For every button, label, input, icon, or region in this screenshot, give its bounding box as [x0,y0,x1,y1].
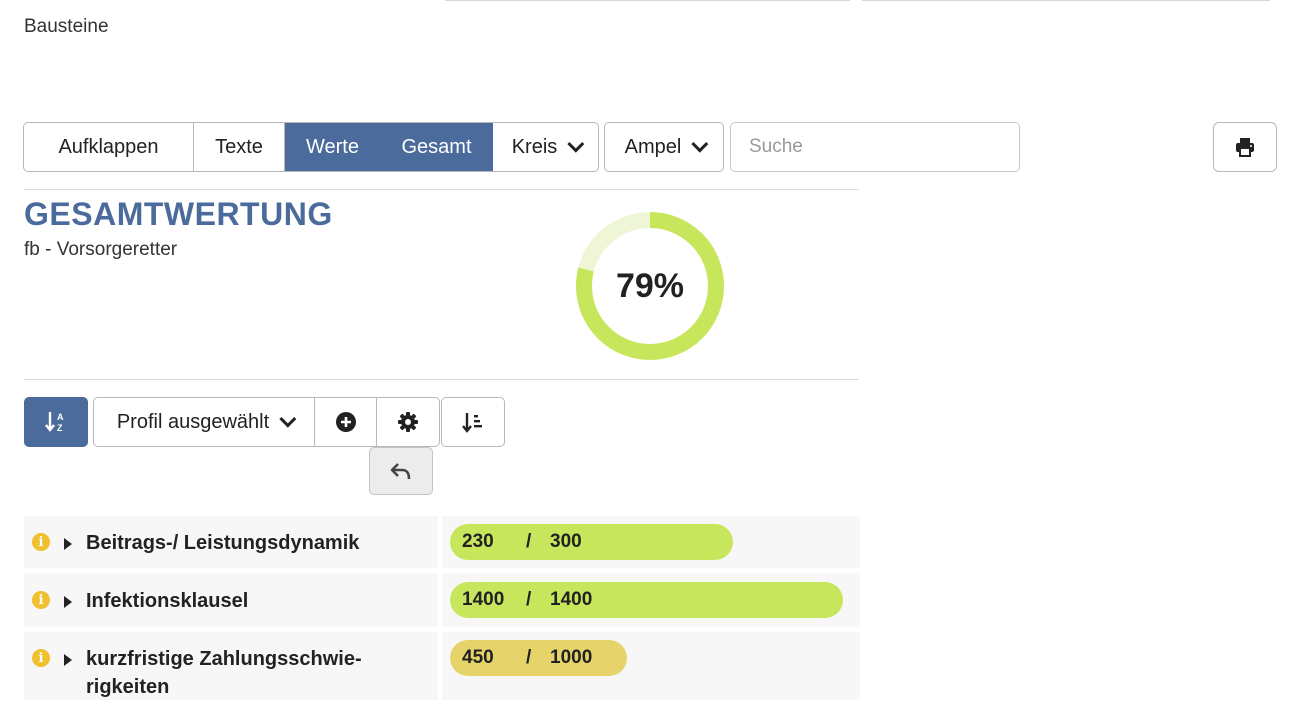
undo-icon [390,463,411,480]
score-max: 1400 [550,589,593,610]
info-icon[interactable]: i [32,649,50,667]
score-bar: 450 / 1000 [450,640,627,676]
list-item-label-line: rigkeiten [86,676,170,698]
score-separator: / [526,647,532,668]
profile-dropdown[interactable]: Profil ausgewählt [94,398,315,446]
donut-percent: 79% [615,266,685,305]
gear-icon [398,412,418,432]
divider [24,379,859,380]
caret-right-icon[interactable] [64,538,72,550]
plus-circle-icon [335,412,356,432]
score-max: 300 [550,531,582,552]
view-toolbar: Aufklappen Texte Werte Gesamt Kreis [23,122,599,172]
score-bar: 1400 / 1400 [450,582,843,618]
ampel-label: Ampel [624,135,682,158]
page-subtitle: fb - Vorsorgeretter [24,239,178,260]
sort-az-button[interactable]: A Z [24,397,88,447]
info-icon[interactable]: i [32,533,50,551]
score-value: 230 [462,531,494,552]
profile-label: Profil ausgewählt [116,410,270,433]
section-title: Bausteine [24,16,109,37]
svg-text:Z: Z [57,423,63,433]
print-button[interactable] [1213,122,1277,172]
score-value: 1400 [462,589,505,610]
caret-right-icon[interactable] [64,596,72,608]
texte-button[interactable]: Texte [194,123,285,171]
ampel-dropdown[interactable]: Ampel [604,122,724,172]
settings-button[interactable] [377,398,439,446]
score-separator: / [526,531,532,552]
page-title: GESAMTWERTUNG [24,196,333,232]
sort-amount-button[interactable] [441,397,505,447]
gesamt-button[interactable]: Gesamt [381,123,493,171]
score-max: 1000 [550,647,593,668]
top-field-border [445,0,850,1]
list-item-label: Beitrags-/ Leistungsdynamik [86,532,360,554]
divider [24,189,859,190]
chevron-down-icon [567,135,585,153]
search-input[interactable] [730,122,1020,172]
sort-alpha-icon: A Z [45,412,64,433]
svg-text:A: A [57,412,64,422]
top-field-border [862,0,1270,1]
kreis-label: Kreis [511,135,558,158]
sort-amount-icon [462,413,482,433]
score-value: 450 [462,647,494,668]
chevron-down-icon [691,135,709,153]
aufklappen-button[interactable]: Aufklappen [24,123,194,171]
chevron-down-icon [279,410,297,428]
profile-toolbar: Profil ausgewählt [93,397,440,447]
list-item-label: Infektionsklausel [86,590,249,612]
printer-icon [1236,138,1254,157]
info-icon[interactable]: i [32,591,50,609]
kreis-dropdown[interactable]: Kreis [493,123,598,171]
score-separator: / [526,589,532,610]
add-button[interactable] [315,398,377,446]
score-bar: 230 / 300 [450,524,733,560]
werte-button[interactable]: Werte [285,123,381,171]
list-item-label: kurzfristige Zahlungsschwie- rigkeiten [86,645,362,701]
undo-button[interactable] [369,447,433,495]
list-item-label-line: kurzfristige Zahlungsschwie- [86,648,362,670]
caret-right-icon[interactable] [64,654,72,666]
view-button-group: Aufklappen Texte Werte Gesamt Kreis [23,122,599,172]
profile-button-group: Profil ausgewählt [93,397,440,447]
